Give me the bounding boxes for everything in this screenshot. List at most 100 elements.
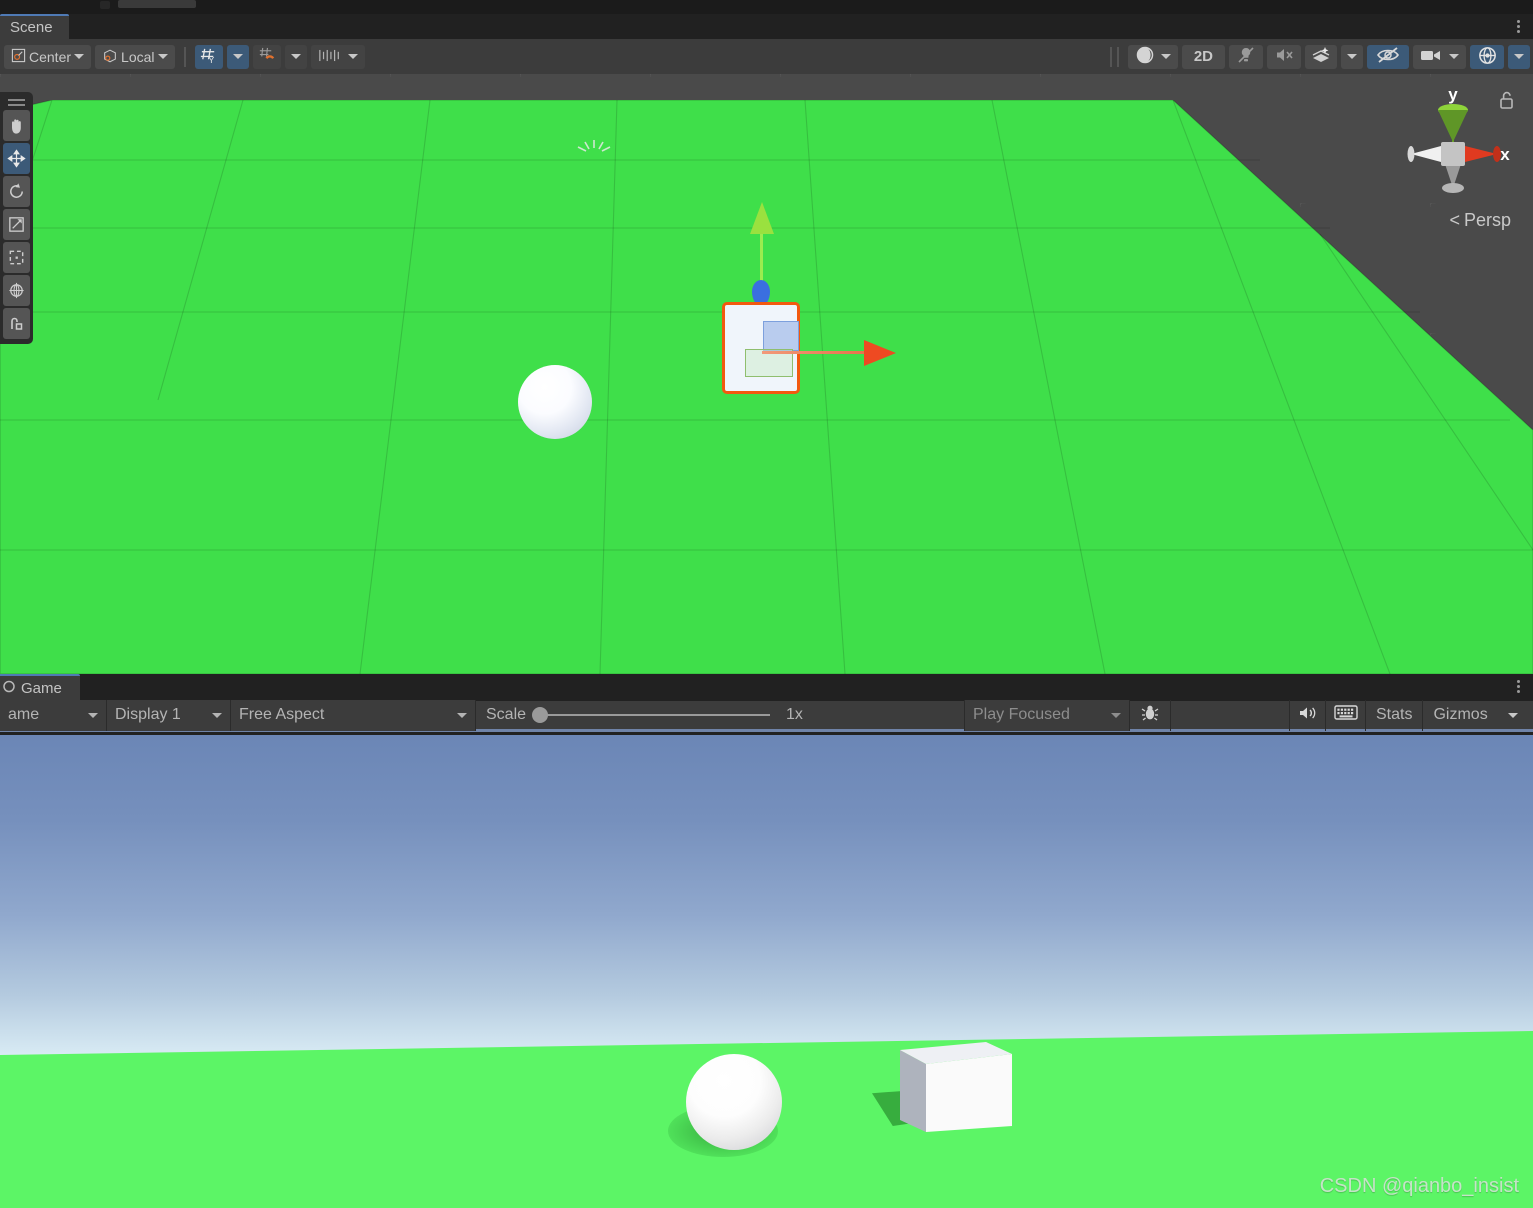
svg-text:x: x bbox=[1500, 145, 1510, 164]
game-scale-slider[interactable] bbox=[532, 707, 771, 723]
chevron-down-icon bbox=[1449, 54, 1459, 59]
grid-visibility-button[interactable]: Y bbox=[194, 44, 223, 69]
move-arrows-icon bbox=[7, 149, 26, 168]
game-play-mode-dropdown[interactable]: Play Focused bbox=[965, 699, 1130, 731]
chevron-down-icon bbox=[290, 54, 301, 59]
game-toolbar-gap bbox=[1171, 699, 1290, 731]
game-scale-value: 1x bbox=[786, 706, 803, 723]
shading-mode-button[interactable] bbox=[1127, 44, 1178, 69]
game-scale-slider-knob[interactable] bbox=[532, 707, 549, 723]
scene-visibility-button[interactable] bbox=[1470, 44, 1504, 69]
scene-viewport[interactable]: y x < Persp bbox=[0, 74, 1533, 674]
tab-game-label: Game bbox=[21, 680, 62, 697]
scene-object-cube-selected[interactable] bbox=[722, 202, 922, 422]
game-gizmos-dropdown[interactable] bbox=[1498, 700, 1528, 731]
scene-projection-label[interactable]: < Persp bbox=[1449, 210, 1511, 231]
pivot-mode-button[interactable]: Center bbox=[4, 44, 92, 69]
game-display-value: Display 1 bbox=[115, 706, 181, 723]
game-play-mode-value: Play Focused bbox=[973, 706, 1070, 723]
window-top-strip bbox=[0, 0, 1533, 14]
view-hand-tool[interactable] bbox=[3, 110, 30, 141]
move-gizmo-y-arrowhead[interactable] bbox=[750, 202, 774, 234]
scene-object-sphere[interactable] bbox=[518, 365, 592, 439]
increment-snap-button[interactable] bbox=[310, 44, 365, 69]
game-aspect-dropdown[interactable]: Free Aspect bbox=[231, 699, 476, 731]
audio-muted-icon bbox=[1274, 46, 1294, 67]
scene-lighting-button[interactable] bbox=[1229, 44, 1263, 69]
top-strip-ghost-left bbox=[100, 1, 110, 9]
game-debug-button[interactable] bbox=[1130, 699, 1171, 731]
game-scale-control[interactable]: Scale 1x bbox=[476, 699, 965, 731]
transform-icon bbox=[9, 282, 24, 299]
game-gizmos-button[interactable]: Gizmos bbox=[1423, 700, 1497, 731]
game-input-stats-button[interactable] bbox=[1326, 699, 1366, 731]
speaker-icon bbox=[1298, 705, 1318, 726]
tab-scene-label: Scene bbox=[10, 19, 53, 36]
hidden-objects-button[interactable] bbox=[1367, 44, 1409, 69]
svg-text:y: y bbox=[1448, 85, 1458, 104]
chevron-down-icon bbox=[1347, 54, 1357, 59]
grid-visibility-dropdown[interactable] bbox=[226, 44, 249, 69]
scene-tabbar: Scene bbox=[0, 14, 1533, 39]
handle-space-label: Local bbox=[121, 48, 155, 65]
cube-face-highlight-a bbox=[763, 321, 799, 351]
game-mute-audio-button[interactable] bbox=[1290, 699, 1326, 731]
rect-tool[interactable] bbox=[3, 242, 30, 273]
handle-space-button[interactable]: Local bbox=[95, 44, 175, 69]
tools-drag-handle[interactable] bbox=[3, 96, 30, 108]
lighting-off-icon bbox=[1236, 45, 1256, 68]
scene-panel: Scene Center Local Y 2D y x < Persp bbox=[0, 14, 1533, 674]
scale-icon bbox=[9, 217, 24, 232]
tab-scene[interactable]: Scene bbox=[0, 14, 69, 39]
effects-dropdown[interactable] bbox=[1341, 44, 1363, 69]
shaded-sphere-icon bbox=[1135, 45, 1155, 68]
game-gizmos-label: Gizmos bbox=[1433, 706, 1488, 723]
hand-icon bbox=[11, 118, 21, 134]
chevron-down-icon bbox=[1514, 54, 1524, 59]
grid-axis-y-icon: Y bbox=[199, 46, 218, 68]
move-tool[interactable] bbox=[3, 143, 30, 174]
game-toolbar: ame Display 1 Free Aspect Scale 1x Play … bbox=[0, 699, 1533, 732]
grid-snap-button[interactable] bbox=[252, 44, 281, 69]
chevron-down-icon bbox=[1507, 712, 1518, 718]
left-chevron-icon: < bbox=[1449, 210, 1460, 230]
chevron-down-icon bbox=[157, 54, 168, 59]
rotate-tool[interactable] bbox=[3, 176, 30, 207]
game-tabbar: Game bbox=[0, 674, 1533, 701]
2d-toggle-label: 2D bbox=[1193, 48, 1213, 65]
transform-tool[interactable] bbox=[3, 275, 30, 306]
unity-editor-window: Scene Center Local Y 2D y x < Persp Game… bbox=[0, 0, 1533, 1208]
camera-settings-button[interactable] bbox=[1413, 44, 1466, 69]
move-gizmo-x-axis[interactable] bbox=[762, 351, 868, 354]
scene-audio-button[interactable] bbox=[1267, 44, 1301, 69]
game-scale-label: Scale bbox=[486, 706, 527, 723]
game-aspect-value: Free Aspect bbox=[239, 706, 325, 723]
game-view-mode-dropdown[interactable]: ame bbox=[0, 699, 107, 731]
tab-game[interactable]: Game bbox=[0, 674, 80, 701]
scene-visibility-dropdown[interactable] bbox=[1508, 44, 1530, 69]
chevron-down-icon bbox=[1111, 712, 1121, 718]
custom-editor-tool[interactable] bbox=[3, 308, 30, 339]
effects-button[interactable] bbox=[1305, 44, 1337, 69]
fx-sparkle-icon bbox=[1311, 45, 1331, 68]
bug-icon bbox=[1140, 703, 1160, 728]
scale-tool[interactable] bbox=[3, 209, 30, 240]
game-controller-icon bbox=[2, 680, 16, 697]
game-display-dropdown[interactable]: Display 1 bbox=[107, 699, 231, 731]
scene-kebab-menu-icon[interactable] bbox=[1511, 18, 1525, 35]
custom-tool-icon bbox=[10, 317, 22, 330]
unlocked-padlock-icon[interactable] bbox=[1498, 90, 1515, 115]
game-stats-button[interactable]: Stats bbox=[1366, 699, 1424, 731]
game-object-cube[interactable] bbox=[900, 1040, 1012, 1140]
2d-toggle-button[interactable]: 2D bbox=[1181, 44, 1225, 69]
projection-text: Persp bbox=[1463, 210, 1511, 230]
grid-snap-dropdown[interactable] bbox=[284, 44, 307, 69]
scene-toolbar: Center Local Y 2D bbox=[0, 39, 1533, 74]
scene-tools-panel bbox=[0, 92, 33, 344]
watermark-text: CSDN @qianbo_insist bbox=[1319, 1175, 1519, 1197]
rect-transform-icon bbox=[9, 250, 24, 265]
game-kebab-menu-icon[interactable] bbox=[1511, 678, 1525, 695]
game-object-sphere[interactable] bbox=[686, 1054, 782, 1150]
rotate-icon bbox=[10, 183, 23, 198]
move-gizmo-x-arrowhead[interactable] bbox=[864, 340, 896, 366]
